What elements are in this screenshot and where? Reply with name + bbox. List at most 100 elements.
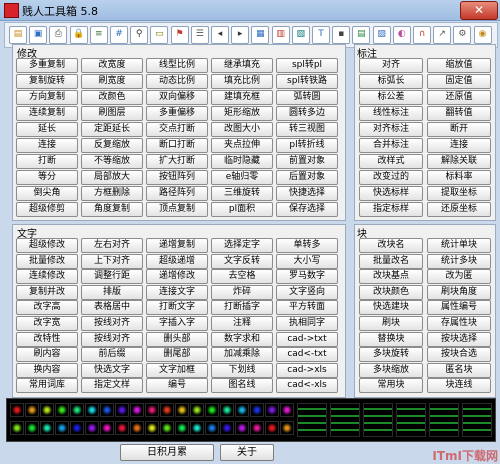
symbol-preview-tile[interactable] (462, 403, 492, 437)
block-button[interactable]: 按块选择 (427, 331, 491, 347)
symbol-preview-tile[interactable] (363, 403, 393, 437)
dimension-button[interactable]: 标公差 (359, 90, 423, 105)
modify-button[interactable]: 圆转多边 (276, 106, 338, 121)
modify-button[interactable]: 快捷选择 (276, 186, 338, 201)
symbol-cell[interactable] (175, 403, 189, 417)
symbol-cell[interactable] (145, 403, 159, 417)
image-icon[interactable]: ▨ (372, 26, 391, 44)
text-button[interactable]: 炸碎 (211, 284, 273, 300)
dimension-button[interactable]: 固定值 (427, 74, 491, 89)
block-button[interactable]: 常用块 (359, 378, 423, 394)
symbol-cell[interactable] (235, 421, 249, 435)
modify-button[interactable]: 方向复制 (16, 90, 78, 105)
dimension-button[interactable]: 指定标样 (359, 202, 423, 217)
table-icon[interactable]: ▥ (271, 26, 290, 44)
text-button[interactable]: 按线对齐 (81, 331, 143, 347)
symbol-cell[interactable] (100, 403, 114, 417)
modify-button[interactable]: 复制旋转 (16, 74, 78, 89)
text-button[interactable]: 改字高 (16, 300, 78, 316)
modify-button[interactable]: 建填充框 (211, 90, 273, 105)
symbol-cell[interactable] (145, 421, 159, 435)
block-button[interactable]: 统计单块 (427, 238, 491, 253)
modify-button[interactable]: 矩形缩放 (211, 106, 273, 121)
modify-button[interactable]: 局部放大 (81, 170, 143, 185)
symbol-cell[interactable] (220, 403, 234, 417)
text-button[interactable]: cad<-txt (276, 347, 338, 363)
layer-list-icon[interactable]: ☰ (190, 26, 209, 44)
text-button[interactable]: 指定文样 (81, 378, 143, 394)
modify-button[interactable]: 打断 (16, 154, 78, 169)
modify-button[interactable]: 继承填充 (211, 58, 273, 73)
symbol-cell[interactable] (130, 421, 144, 435)
symbol-cell[interactable] (265, 421, 279, 435)
magnet-icon[interactable]: ∩ (413, 26, 431, 44)
text-button[interactable]: 换内容 (16, 362, 78, 378)
table2-icon[interactable]: ▤ (352, 26, 371, 44)
symbol-cell[interactable] (10, 403, 24, 417)
symbol-cell[interactable] (100, 421, 114, 435)
modify-button[interactable]: 夹点拉伸 (211, 138, 273, 153)
text-button[interactable]: 连接文字 (146, 284, 208, 300)
color-icon[interactable]: ◐ (392, 26, 411, 44)
modify-button[interactable]: 路径阵列 (146, 186, 208, 201)
symbol-cell[interactable] (205, 421, 219, 435)
text-button[interactable]: 下划线 (211, 362, 273, 378)
dimension-button[interactable]: 还原坐标 (427, 202, 491, 217)
block-button[interactable]: 批量改名 (359, 253, 423, 269)
lock-icon[interactable]: 🔒 (69, 26, 88, 44)
text-button[interactable]: 打断文字 (146, 300, 208, 316)
modify-button[interactable]: 反复缩放 (81, 138, 143, 153)
text-button[interactable]: 字插入字 (146, 316, 208, 331)
text-button[interactable]: 单转多 (276, 238, 338, 253)
modify-button[interactable]: 连续复制 (16, 106, 78, 121)
text-button[interactable]: 复制并改 (16, 284, 78, 300)
modify-button[interactable]: 刷宽度 (81, 74, 143, 89)
dimension-button[interactable]: 标料率 (427, 170, 491, 185)
text-button[interactable]: 批量修改 (16, 253, 78, 269)
modify-button[interactable]: 前置对象 (276, 154, 338, 169)
text-button[interactable]: 超级修改 (16, 238, 78, 253)
text-button[interactable]: cad->xls (276, 362, 338, 378)
modify-button[interactable]: 转三视图 (276, 122, 338, 137)
symbol-cell[interactable] (280, 403, 294, 417)
next-arrow-icon[interactable]: ▸ (231, 26, 250, 44)
text-button[interactable]: 大小写 (276, 253, 338, 269)
dimension-button[interactable]: 标弧长 (359, 74, 423, 89)
symbol-cell[interactable] (25, 403, 39, 417)
modify-button[interactable]: 等分 (16, 170, 78, 185)
symbol-cell[interactable] (25, 421, 39, 435)
symbol-cell[interactable] (10, 421, 24, 435)
modify-button[interactable]: 线型比例 (146, 58, 208, 73)
symbol-cell[interactable] (250, 403, 264, 417)
modify-button[interactable]: 三维旋转 (211, 186, 273, 201)
dimension-button[interactable]: 改样式 (359, 154, 423, 169)
block-button[interactable]: 改块基点 (359, 269, 423, 285)
block-button[interactable]: 替换块 (359, 331, 423, 347)
modify-button[interactable]: 扩大打断 (146, 154, 208, 169)
prev-arrow-icon[interactable]: ◂ (211, 26, 229, 44)
dimension-button[interactable]: 合并标注 (359, 138, 423, 153)
flag-icon[interactable]: ⚑ (170, 26, 189, 44)
close-button[interactable]: ✕ (460, 1, 498, 20)
block-button[interactable]: 块连线 (427, 378, 491, 394)
block-button[interactable]: 快选建块 (359, 300, 423, 316)
folder-icon[interactable]: ▤ (9, 26, 27, 44)
symbol-cell[interactable] (55, 421, 69, 435)
dimension-button[interactable]: 快选标样 (359, 186, 423, 201)
printer-icon[interactable]: ⎙ (49, 26, 68, 44)
dimension-button[interactable]: 断开 (427, 122, 491, 137)
dimension-button[interactable]: 对齐标注 (359, 122, 423, 137)
modify-button[interactable]: 改图大小 (211, 122, 273, 137)
text-button[interactable]: 删尾部 (146, 347, 208, 363)
symbol-cell[interactable] (40, 421, 54, 435)
symbol-cell[interactable] (235, 403, 249, 417)
modify-button[interactable]: 改颜色 (81, 90, 143, 105)
block-button[interactable]: 多块旋转 (359, 347, 423, 363)
text-button[interactable]: 上下对齐 (81, 253, 143, 269)
symbol-cell[interactable] (85, 403, 99, 417)
block-button[interactable]: 刷块角度 (427, 284, 491, 300)
modify-button[interactable]: 方框删除 (81, 186, 143, 201)
symbol-cell[interactable] (70, 403, 84, 417)
modify-button[interactable]: 延长 (16, 122, 78, 137)
text-button[interactable]: 前后缀 (81, 347, 143, 363)
